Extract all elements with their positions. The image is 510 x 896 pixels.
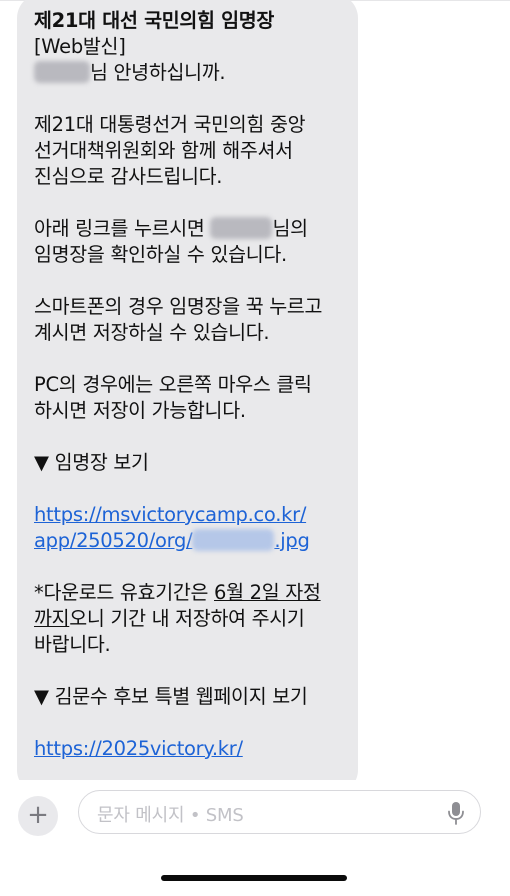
section-heading-webpage: ▼ 김문수 후보 특별 웹페이지 보기 <box>34 685 308 708</box>
section-heading-certificate: ▼ 임명장 보기 <box>34 451 149 474</box>
para4-line: PC의 경우에는 오른쪽 마우스 클릭 <box>34 373 312 396</box>
notice-line: 까지오니 기간 내 저장하여 주시기 <box>34 606 354 632</box>
para4-line: 하시면 저장이 가능합니다. <box>34 399 246 422</box>
para2-prefix: 아래 링크를 누르시면 <box>34 217 211 240</box>
para2-line: 임명장을 확인하실 수 있습니다. <box>34 243 287 266</box>
mic-icon[interactable] <box>446 800 466 826</box>
plus-icon: + <box>27 800 49 830</box>
para1-line: 선거대책위원회와 함께 해주셔서 <box>34 139 293 162</box>
add-attachment-button[interactable]: + <box>18 796 58 836</box>
para3-line: 계시면 저장하실 수 있습니다. <box>34 321 270 344</box>
notice-line: *다운로드 유효기간은 6월 2일 자정 <box>34 580 354 606</box>
message-input-placeholder: 문자 메시지 • SMS <box>97 805 244 826</box>
notice-date[interactable]: 6월 2일 자정 <box>214 581 321 604</box>
para1-line: 진심으로 감사드립니다. <box>34 165 223 188</box>
message-bubble[interactable]: 제21대 대선 국민의힘 임명장 [Web발신] 님 안녕하십니까. 제21대 … <box>17 0 358 794</box>
home-indicator[interactable] <box>161 875 347 881</box>
sender-tag: [Web발신] <box>34 35 126 58</box>
message-body: 제21대 대선 국민의힘 임명장 [Web발신] 님 안녕하십니까. 제21대 … <box>34 8 354 762</box>
para2-suffix: 님의 <box>272 217 308 240</box>
redacted-name <box>34 61 90 83</box>
certificate-link-continued[interactable]: app/250520/org/ .jpg <box>34 528 354 554</box>
greeting-line: 님 안녕하십니까. <box>34 60 354 86</box>
notice-until[interactable]: 까지 <box>34 607 70 630</box>
link-path[interactable]: app/250520/org/ <box>34 529 193 552</box>
message-title: 제21대 대선 국민의힘 임명장 <box>34 9 275 32</box>
message-input[interactable]: 문자 메시지 • SMS <box>78 790 481 834</box>
link-ext[interactable]: .jpg <box>274 529 309 552</box>
greeting-suffix: 님 안녕하십니까. <box>90 61 226 84</box>
para1-line: 제21대 대통령선거 국민의힘 중앙 <box>34 113 306 136</box>
webpage-link[interactable]: https://2025victory.kr/ <box>34 736 354 762</box>
redacted-filename <box>192 529 275 551</box>
notice-line: 바랍니다. <box>34 633 111 656</box>
para3-line: 스마트폰의 경우 임명장을 꾹 누르고 <box>34 295 323 318</box>
redacted-name <box>210 217 273 239</box>
certificate-link[interactable]: https://msvictorycamp.co.kr/ <box>34 502 354 528</box>
para2-line: 아래 링크를 누르시면 님의 <box>34 216 354 242</box>
notice-rest: 오니 기간 내 저장하여 주시기 <box>69 607 305 630</box>
notice-prefix: *다운로드 유효기간은 <box>34 581 215 604</box>
